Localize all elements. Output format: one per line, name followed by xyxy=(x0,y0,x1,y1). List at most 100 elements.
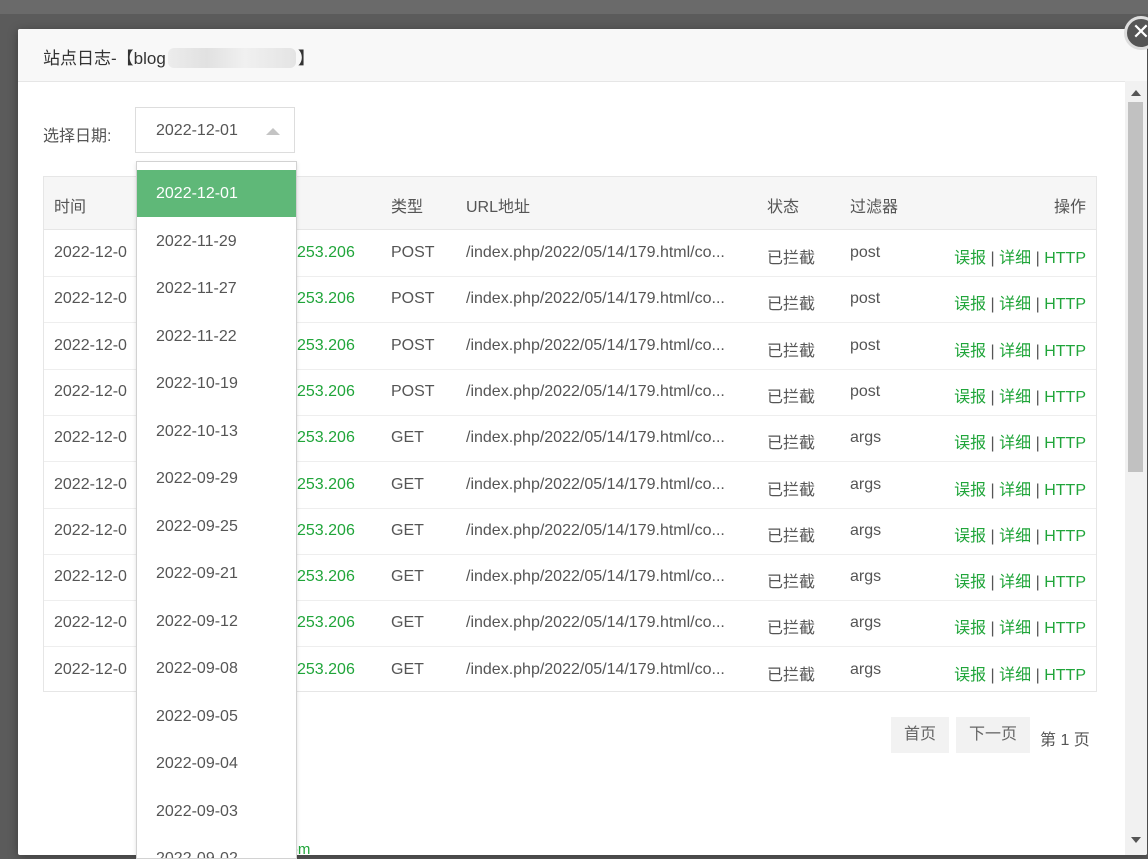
date-option[interactable]: 2022-09-05 xyxy=(137,693,296,740)
false-report-link[interactable]: 误报 xyxy=(954,389,986,406)
false-report-link[interactable]: 误报 xyxy=(954,528,986,545)
false-report-link[interactable]: 误报 xyxy=(954,620,986,637)
date-option[interactable]: 2022-10-13 xyxy=(137,408,296,455)
false-report-link[interactable]: 误报 xyxy=(954,482,986,499)
cell-filter: post xyxy=(850,290,881,308)
cell-ip[interactable]: 253.206 xyxy=(297,429,355,447)
scroll-down-icon[interactable] xyxy=(1131,837,1141,843)
date-option[interactable]: 2022-10-19 xyxy=(137,360,296,407)
cell-type: GET xyxy=(391,614,424,632)
cell-status: 已拦截 xyxy=(767,388,816,406)
cell-url: /index.php/2022/05/14/179.html/co... xyxy=(466,614,725,632)
action-separator: | xyxy=(1035,435,1040,453)
detail-link[interactable]: 详细 xyxy=(999,528,1031,545)
cell-time: 2022-12-0 xyxy=(54,429,127,447)
scroll-up-icon[interactable] xyxy=(1131,90,1141,96)
cell-type: POST xyxy=(391,382,435,400)
detail-link[interactable]: 详细 xyxy=(999,620,1031,637)
cell-status: 已拦截 xyxy=(767,620,816,638)
cell-status: 已拦截 xyxy=(767,342,816,360)
http-link[interactable]: HTTP xyxy=(1044,482,1086,499)
detail-link[interactable]: 详细 xyxy=(999,574,1031,591)
detail-link[interactable]: 详细 xyxy=(999,667,1031,684)
cell-ip[interactable]: 253.206 xyxy=(297,476,355,494)
http-link[interactable]: HTTP xyxy=(1044,389,1086,406)
http-link[interactable]: HTTP xyxy=(1044,250,1086,267)
date-option[interactable]: 2022-09-29 xyxy=(137,455,296,502)
cell-ip[interactable]: 253.206 xyxy=(297,661,355,679)
page-backdrop xyxy=(0,0,1148,14)
date-option[interactable]: 2022-11-22 xyxy=(137,313,296,360)
date-option[interactable]: 2022-09-03 xyxy=(137,788,296,835)
cell-time: 2022-12-0 xyxy=(54,475,127,493)
false-report-link[interactable]: 误报 xyxy=(954,250,986,267)
false-report-link[interactable]: 误报 xyxy=(954,667,986,684)
action-separator: | xyxy=(1035,574,1040,592)
date-option[interactable]: 2022-11-27 xyxy=(137,265,296,312)
detail-link[interactable]: 详细 xyxy=(999,343,1031,360)
action-separator: | xyxy=(990,435,995,453)
next-page-button[interactable]: 下一页 xyxy=(956,717,1031,753)
date-option[interactable]: 2022-09-12 xyxy=(137,598,296,645)
http-link[interactable]: HTTP xyxy=(1044,620,1086,637)
detail-link[interactable]: 详细 xyxy=(999,389,1031,406)
redacted-domain xyxy=(167,48,296,68)
cell-ip[interactable]: 253.206 xyxy=(297,614,355,632)
action-separator: | xyxy=(990,388,995,406)
cell-status: 已拦截 xyxy=(767,481,816,499)
date-option[interactable]: 2022-09-21 xyxy=(137,550,296,597)
scroll-thumb[interactable] xyxy=(1128,102,1143,472)
detail-link[interactable]: 详细 xyxy=(999,250,1031,267)
date-select-value: 2022-12-01 xyxy=(156,122,238,139)
detail-link[interactable]: 详细 xyxy=(999,435,1031,452)
http-link[interactable]: HTTP xyxy=(1044,574,1086,591)
cell-time: 2022-12-0 xyxy=(54,660,127,678)
false-report-link[interactable]: 误报 xyxy=(954,435,986,452)
cell-filter: args xyxy=(850,429,882,447)
cell-filter: post xyxy=(850,244,881,261)
cell-actions: 误报 | 详细 | HTTP xyxy=(954,614,1086,638)
date-select[interactable]: 2022-12-01 xyxy=(135,107,295,153)
action-separator: | xyxy=(1035,250,1040,267)
first-page-button[interactable]: 首页 xyxy=(891,717,950,753)
cell-ip[interactable]: 253.206 xyxy=(297,244,355,262)
http-link[interactable]: HTTP xyxy=(1044,435,1086,452)
cell-actions: 误报 | 详细 | HTTP xyxy=(954,429,1086,453)
detail-link[interactable]: 详细 xyxy=(999,482,1031,499)
cell-time: 2022-12-0 xyxy=(54,521,127,539)
action-separator: | xyxy=(1035,527,1040,545)
http-link[interactable]: HTTP xyxy=(1044,528,1086,545)
false-report-link[interactable]: 误报 xyxy=(954,296,986,313)
cell-url: /index.php/2022/05/14/179.html/co... xyxy=(466,290,725,308)
action-separator: | xyxy=(1035,296,1040,314)
date-option[interactable]: 2022-11-29 xyxy=(137,218,296,265)
cell-ip[interactable]: 253.206 xyxy=(297,522,355,540)
date-option[interactable]: 2022-09-02 xyxy=(137,835,296,858)
vertical-scrollbar[interactable] xyxy=(1125,81,1147,855)
http-link[interactable]: HTTP xyxy=(1044,296,1086,313)
http-link[interactable]: HTTP xyxy=(1044,343,1086,360)
cell-type: GET xyxy=(391,660,424,678)
col-filter: 过滤器 xyxy=(850,199,899,216)
cell-ip[interactable]: 253.206 xyxy=(297,568,355,586)
cell-ip[interactable]: 253.206 xyxy=(297,290,355,308)
cell-ip[interactable]: 253.206 xyxy=(297,383,355,401)
date-option[interactable]: 2022-09-25 xyxy=(137,503,296,550)
col-status: 状态 xyxy=(767,199,800,216)
cell-url: /index.php/2022/05/14/179.html/co... xyxy=(466,568,725,586)
date-dropdown-list[interactable]: 2022-12-01 2022-11-29 2022-11-27 2022-11-22… xyxy=(136,161,297,859)
cell-type: GET xyxy=(391,521,424,539)
date-option[interactable]: 2022-09-04 xyxy=(137,740,296,787)
false-report-link[interactable]: 误报 xyxy=(954,574,986,591)
detail-link[interactable]: 详细 xyxy=(999,296,1031,313)
date-option[interactable]: 2022-09-08 xyxy=(137,645,296,692)
date-option[interactable]: 2022-12-01 xyxy=(137,170,296,217)
action-separator: | xyxy=(1035,481,1040,499)
cell-status: 已拦截 xyxy=(767,435,816,453)
cell-filter: post xyxy=(850,382,881,400)
cell-actions: 误报 | 详细 | HTTP xyxy=(954,476,1086,500)
http-link[interactable]: HTTP xyxy=(1044,667,1086,684)
false-report-link[interactable]: 误报 xyxy=(954,343,986,360)
action-separator: | xyxy=(990,250,995,267)
cell-ip[interactable]: 253.206 xyxy=(297,337,355,355)
